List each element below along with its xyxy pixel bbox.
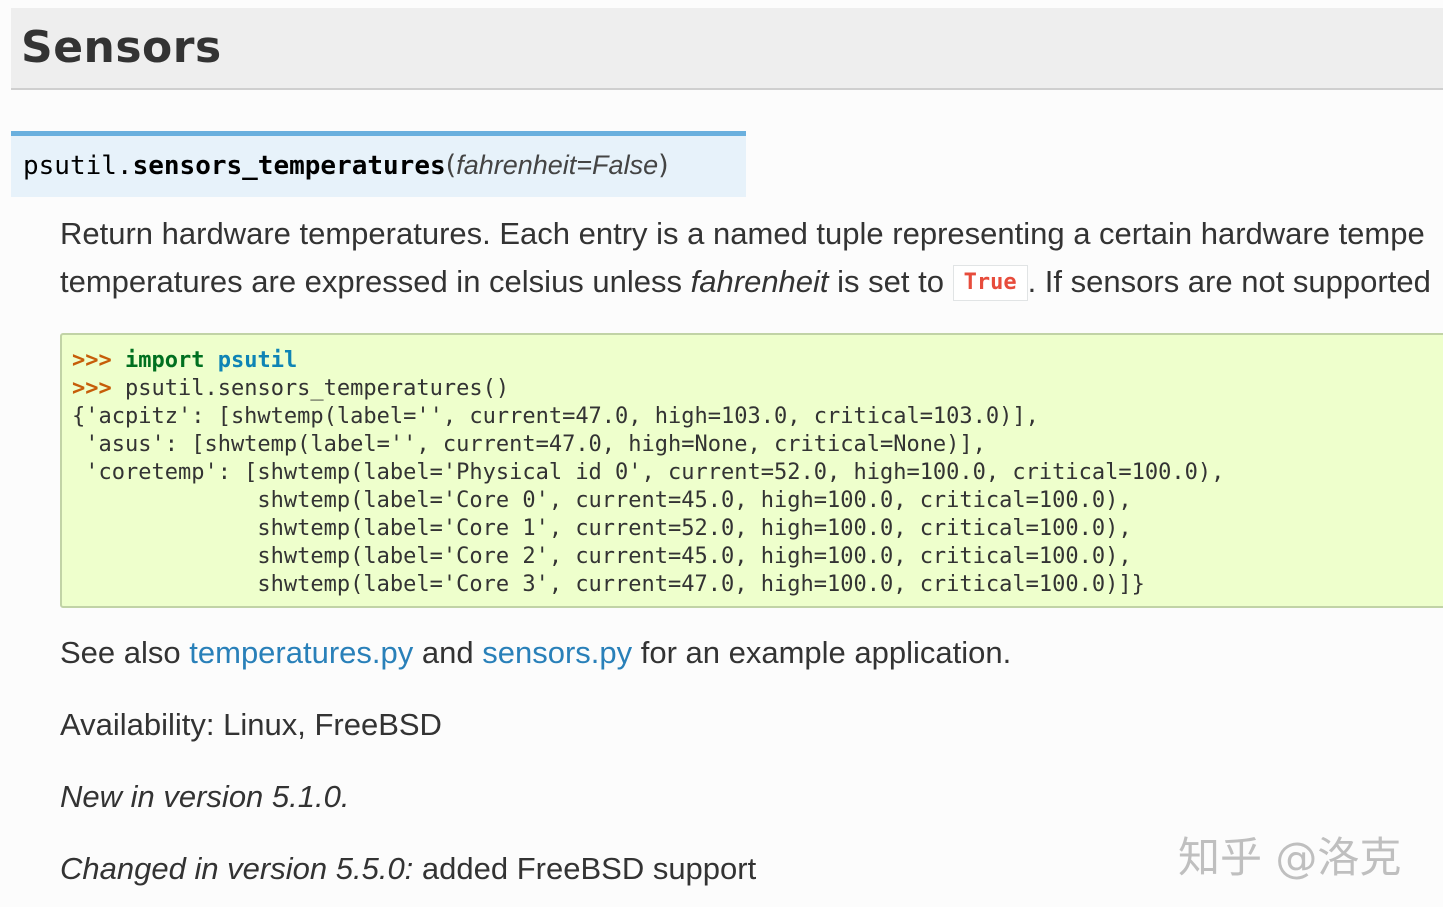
code-example-block: >>> import psutil >>> psutil.sensors_tem… xyxy=(60,333,1443,608)
code-prompt: >>> xyxy=(72,348,112,373)
page-title: Sensors xyxy=(21,22,222,73)
version-added-note: New in version 5.1.0. xyxy=(60,777,349,817)
code-prompt: >>> xyxy=(72,376,112,401)
sensors-py-link[interactable]: sensors.py xyxy=(482,635,632,670)
code-output-line: shwtemp(label='Core 0', current=45.0, hi… xyxy=(72,488,1132,513)
description-text: temperatures are expressed in celsius un… xyxy=(60,264,691,299)
description-line-1: Return hardware temperatures. Each entry… xyxy=(60,216,1425,251)
code-output-line: shwtemp(label='Core 3', current=47.0, hi… xyxy=(72,572,1145,597)
see-also-paragraph: See also temperatures.py and sensors.py … xyxy=(60,633,1011,673)
code-output-line: shwtemp(label='Core 2', current=45.0, hi… xyxy=(72,544,1132,569)
signature-close-paren: ) xyxy=(658,150,669,181)
signature-parameter: fahrenheit=False xyxy=(456,150,659,180)
see-also-text: See also xyxy=(60,635,190,670)
code-module-name: psutil xyxy=(217,348,298,373)
inline-code-true: True xyxy=(952,265,1028,301)
code-line: >>> psutil.sensors_temperatures() xyxy=(72,375,1443,403)
code-line: >>> import psutil xyxy=(72,347,1443,375)
code-output-line: 'coretemp': [shwtemp(label='Physical id … xyxy=(72,460,1225,485)
code-output-line: 'asus': [shwtemp(label='', current=47.0,… xyxy=(72,432,986,457)
function-description: Return hardware temperatures. Each entry… xyxy=(60,210,1443,306)
function-signature: psutil.sensors_temperatures(fahrenheit=F… xyxy=(11,131,746,197)
availability-paragraph: Availability: Linux, FreeBSD xyxy=(60,707,442,742)
code-output-line: {'acpitz': [shwtemp(label='', current=47… xyxy=(72,404,1039,429)
code-output-line: shwtemp(label='Core 1', current=52.0, hi… xyxy=(72,516,1132,541)
temperatures-py-link[interactable]: temperatures.py xyxy=(189,635,413,670)
description-text: is set to xyxy=(828,264,953,299)
version-added-text: New in version 5.1.0. xyxy=(60,779,350,814)
description-param-emphasis: fahrenheit xyxy=(690,264,829,299)
zhihu-watermark: 知乎 @洛克 xyxy=(1178,833,1402,882)
version-changed-label: Changed in version 5.5.0: xyxy=(60,851,414,886)
version-changed-text: added FreeBSD support xyxy=(413,851,757,886)
code-call: psutil.sensors_temperatures() xyxy=(125,376,510,401)
section-header: Sensors xyxy=(11,8,1443,90)
description-text: . If sensors are not supported xyxy=(1027,264,1431,299)
signature-function-name: sensors_temperatures xyxy=(132,151,446,181)
see-also-text: for an example application. xyxy=(632,635,1012,670)
signature-open-paren: ( xyxy=(445,150,457,181)
signature-module: psutil. xyxy=(23,151,133,181)
code-keyword: import xyxy=(125,348,205,373)
see-also-text: and xyxy=(413,635,483,670)
version-changed-note: Changed in version 5.5.0: added FreeBSD … xyxy=(60,849,756,889)
